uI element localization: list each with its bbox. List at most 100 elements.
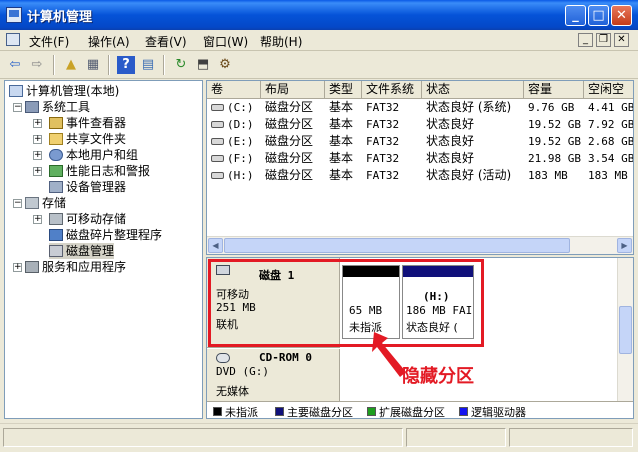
horizontal-scrollbar[interactable]: ◀ ▶ [207, 236, 633, 254]
tree-item-shared-folders[interactable]: 共享文件夹 [49, 131, 126, 147]
tree-item-label: 磁盘管理 [66, 244, 115, 258]
tree-item-label: 系统工具 [42, 100, 91, 114]
collapse-toggle[interactable]: − [13, 103, 22, 112]
table-row[interactable]: (H:) 磁盘分区 基本 FAT32 状态良好 (活动) 183 MB 183 MB [207, 167, 633, 184]
collapse-toggle[interactable]: − [13, 199, 22, 208]
show-hide-tree-icon[interactable]: ▦ [84, 56, 102, 74]
table-row[interactable]: (F:) 磁盘分区 基本 FAT32 状态良好 21.98 GB 3.54 GB [207, 150, 633, 167]
tree-item-disk-management[interactable]: 磁盘管理 [49, 243, 115, 259]
tree-item-label: 本地用户和组 [66, 148, 139, 162]
mdi-restore-button[interactable]: ❐ [596, 33, 611, 47]
cell-text: 状态良好 (系统) [426, 100, 512, 114]
removable-storage-icon [49, 213, 63, 225]
cdrom-media-status: 无媒体 [216, 385, 249, 398]
column-header-filesystem[interactable]: 文件系统 [362, 81, 422, 98]
cdrom-info[interactable]: CD-ROM 0 DVD (G:) 无媒体 [207, 349, 340, 401]
up-folder-icon[interactable]: ▲ [62, 56, 80, 74]
cell-text: FAT32 [366, 101, 400, 114]
tree-item-label: 计算机管理(本地) [26, 84, 120, 98]
properties-icon[interactable]: ▤ [139, 56, 157, 74]
column-header-type[interactable]: 类型 [325, 81, 362, 98]
maximize-button[interactable]: □ [588, 5, 609, 26]
tree-item-perf-logs[interactable]: 性能日志和警报 [49, 163, 150, 179]
export-icon[interactable]: ⬒ [194, 56, 212, 74]
expand-toggle[interactable]: + [33, 119, 42, 128]
expand-toggle[interactable]: + [33, 135, 42, 144]
tree-item-label: 服务和应用程序 [42, 260, 127, 274]
tree-item-device-manager[interactable]: 设备管理器 [49, 179, 126, 195]
tree-item-root[interactable]: 计算机管理(本地) [9, 83, 119, 99]
back-arrow-icon[interactable]: ⇦ [6, 56, 24, 74]
cell-text: FAT32 [366, 169, 400, 182]
cd-drive-icon [216, 353, 230, 363]
cell-text: 183 MB [528, 169, 568, 182]
minimize-button[interactable]: _ [565, 5, 586, 26]
table-cell-fs: FAT32 [366, 116, 399, 133]
menu-action[interactable]: 操作(A) [88, 33, 130, 50]
cell-text: 19.52 GB [528, 135, 581, 148]
column-header-volume[interactable]: 卷 [207, 81, 261, 98]
close-button[interactable]: ✕ [611, 5, 632, 26]
expand-toggle[interactable]: + [33, 215, 42, 224]
tree-item-removable-storage[interactable]: 可移动存储 [49, 211, 126, 227]
expand-toggle[interactable]: + [33, 151, 42, 160]
tree-item-services[interactable]: 服务和应用程序 [25, 259, 126, 275]
forward-arrow-icon[interactable]: ⇨ [28, 56, 46, 74]
mdi-close-button[interactable]: ✕ [614, 33, 629, 47]
expand-toggle[interactable]: + [13, 263, 22, 272]
vertical-scrollbar[interactable] [617, 258, 633, 401]
tree-item-label: 可移动存储 [66, 212, 127, 226]
tree-item-label: 性能日志和警报 [66, 164, 151, 178]
cell-text: 磁盘分区 [265, 117, 314, 131]
table-row[interactable]: (E:) 磁盘分区 基本 FAT32 状态良好 19.52 GB 2.68 GB [207, 133, 633, 150]
toolbar: ⇦ ⇨ ▲ ▦ ? ▤ ↻ ⬒ ⚙ [0, 51, 638, 79]
menu-file[interactable]: 文件(F) [29, 33, 69, 50]
tree-item-system-tools[interactable]: 系统工具 [25, 99, 90, 115]
window-title: 计算机管理 [27, 10, 93, 25]
table-cell-cap: 9.76 GB [528, 99, 574, 116]
mdi-minimize-button[interactable]: _ [578, 33, 593, 47]
column-header-layout[interactable]: 布局 [261, 81, 325, 98]
cdrom-type: DVD (G:) [216, 365, 269, 378]
cell-text: 2.68 GB [588, 135, 634, 148]
settings-icon[interactable]: ⚙ [216, 56, 234, 74]
storage-icon [25, 197, 39, 209]
menu-view[interactable]: 查看(V) [145, 33, 187, 50]
title-bar[interactable]: 计算机管理 _ □ ✕ [0, 0, 638, 30]
cell-text: (H:) [227, 169, 254, 182]
table-cell-layout: 磁盘分区 [265, 99, 313, 116]
table-row[interactable]: (C:) 磁盘分区 基本 FAT32 状态良好 (系统) 9.76 GB 4.41 GB [207, 99, 633, 116]
toolbar-separator [163, 55, 165, 75]
tree-item-defrag[interactable]: 磁盘碎片整理程序 [49, 227, 162, 243]
column-header-status[interactable]: 状态 [422, 81, 524, 98]
console-tree: 计算机管理(本地) − 系统工具 + 事件查看器 + 共享文件夹 + 本地用户和… [4, 80, 203, 419]
scrollbar-thumb[interactable] [619, 306, 632, 354]
cell-text: 9.76 GB [528, 101, 575, 114]
drive-icon [211, 121, 224, 128]
tree-item-storage[interactable]: 存储 [25, 195, 66, 211]
table-row[interactable]: (D:) 磁盘分区 基本 FAT32 状态良好 19.52 GB 7.92 GB [207, 116, 633, 133]
table-cell-fs: FAT32 [366, 99, 399, 116]
cell-text: 7.92 GB [588, 118, 634, 131]
tree-item-local-users[interactable]: 本地用户和组 [49, 147, 138, 163]
menu-window[interactable]: 窗口(W) [203, 33, 248, 50]
column-header-capacity[interactable]: 容量 [524, 81, 584, 98]
tree-item-event-viewer[interactable]: 事件查看器 [49, 115, 126, 131]
scrollbar-thumb[interactable] [224, 238, 570, 253]
menu-help[interactable]: 帮助(H) [260, 33, 302, 50]
table-cell-status: 状态良好 (活动) [426, 167, 511, 184]
event-viewer-icon [49, 117, 63, 129]
table-cell-cap: 21.98 GB [528, 150, 581, 167]
scroll-right-button[interactable]: ▶ [617, 238, 632, 253]
document-icon[interactable] [6, 33, 20, 46]
help-icon[interactable]: ? [117, 56, 135, 74]
scroll-left-button[interactable]: ◀ [208, 238, 223, 253]
column-header-free-space[interactable]: 空闲空 [584, 81, 633, 98]
refresh-icon[interactable]: ↻ [172, 56, 190, 74]
tree-item-label: 磁盘碎片整理程序 [66, 228, 163, 242]
menu-bar: 文件(F) 操作(A) 查看(V) 窗口(W) 帮助(H) _ ❐ ✕ [0, 30, 638, 51]
expand-toggle[interactable]: + [33, 167, 42, 176]
table-cell-status: 状态良好 [426, 116, 474, 133]
cell-text: (D:) [227, 118, 254, 131]
table-cell-cap: 19.52 GB [528, 116, 581, 133]
